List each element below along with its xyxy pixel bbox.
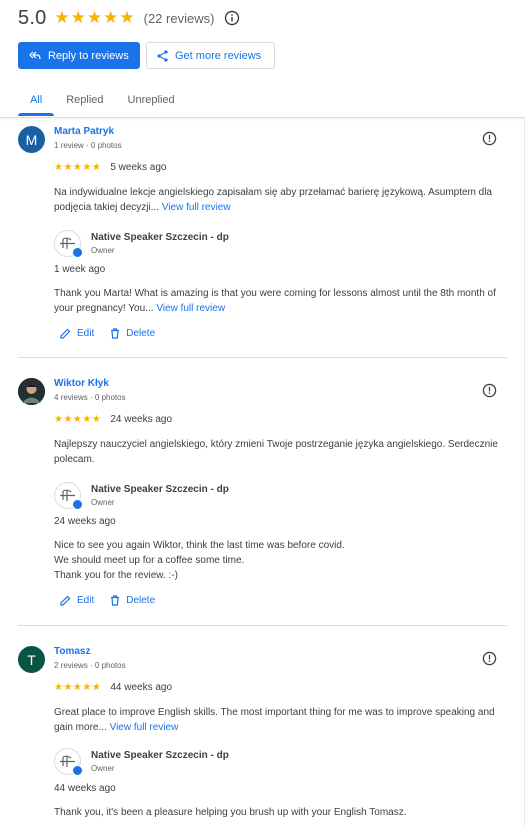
review-card: T Tomasz 2 reviews · 0 photos ★★★★★ 44 w… xyxy=(18,646,508,826)
owner-name: Native Speaker Szczecin - dp xyxy=(91,484,229,495)
view-full-review-link[interactable]: View full review xyxy=(110,722,179,733)
reply-time: 24 weeks ago xyxy=(54,516,116,527)
edit-reply-button[interactable]: Edit xyxy=(60,328,94,339)
review-text: Na indywidualne lekcje angielskiego zapi… xyxy=(54,185,504,215)
reply-text: Nice to see you again Wiktor, think the … xyxy=(54,538,504,583)
review-rating: ★★★★★ 44 weeks ago xyxy=(54,682,172,693)
reply-all-icon xyxy=(29,51,41,59)
owner-role: Owner xyxy=(91,498,115,507)
review-tabs: All Replied Unreplied xyxy=(18,86,199,116)
review-time: 5 weeks ago xyxy=(110,162,167,173)
review-stars: ★★★★★ xyxy=(54,162,102,173)
review-text: Najlepszy nauczyciel angielskiego, który… xyxy=(54,439,498,465)
reply-body: Thank you Marta! What is amazing is that… xyxy=(54,288,496,314)
review-divider xyxy=(18,625,507,626)
reviewer-meta: 2 reviews · 0 photos xyxy=(54,661,126,670)
reply-line: Thank you for the review. :-) xyxy=(54,570,178,581)
reply-to-reviews-button[interactable]: Reply to reviews xyxy=(18,42,140,69)
reviewer-name[interactable]: Wiktor Kłyk xyxy=(54,378,109,389)
reply-line: Nice to see you again Wiktor, think the … xyxy=(54,540,345,551)
delete-reply-button[interactable]: Delete xyxy=(110,595,155,606)
owner-reply-header: Native Speaker Szczecin - dp Owner xyxy=(54,230,229,258)
reply-actions: Edit Delete xyxy=(60,595,155,606)
reply-text: Thank you, it's been a pleasure helping … xyxy=(54,807,407,818)
reviewer-meta: 1 review · 0 photos xyxy=(54,141,122,150)
review-body: Na indywidualne lekcje angielskiego zapi… xyxy=(54,187,492,213)
delete-reply-button[interactable]: Delete xyxy=(110,328,155,339)
report-icon[interactable] xyxy=(482,131,497,151)
view-full-review-link[interactable]: View full review xyxy=(162,202,231,213)
review-count: (22 reviews) xyxy=(143,10,215,26)
owner-logo xyxy=(54,482,83,510)
owner-logo xyxy=(54,230,83,258)
reply-actions: Edit Delete xyxy=(60,328,155,339)
review-actions: Reply to reviews Get more reviews xyxy=(18,42,275,69)
review-text: Great place to improve English skills. T… xyxy=(54,705,504,735)
review-rating: ★★★★★ 24 weeks ago xyxy=(54,414,172,425)
trash-icon xyxy=(111,595,120,606)
get-more-reviews-label: Get more reviews xyxy=(175,49,262,62)
avatar xyxy=(18,378,45,405)
verified-icon xyxy=(72,247,83,258)
reviewer-name[interactable]: Marta Patryk xyxy=(54,126,114,137)
tabs-divider xyxy=(0,117,525,118)
tab-unreplied[interactable]: Unreplied xyxy=(128,86,175,114)
tab-replied[interactable]: Replied xyxy=(66,86,103,114)
reply-text: Thank you Marta! What is amazing is that… xyxy=(54,286,504,316)
trash-icon xyxy=(111,328,120,339)
owner-name: Native Speaker Szczecin - dp xyxy=(91,750,229,761)
reply-to-reviews-label: Reply to reviews xyxy=(48,49,129,62)
review-time: 44 weeks ago xyxy=(110,682,173,693)
review-card: M Marta Patryk 1 review · 0 photos ★★★★★… xyxy=(18,126,508,356)
report-icon[interactable] xyxy=(482,383,497,403)
owner-role: Owner xyxy=(91,246,115,255)
verified-icon xyxy=(72,499,83,510)
avatar: T xyxy=(18,646,45,673)
pencil-icon xyxy=(60,595,71,606)
owner-name: Native Speaker Szczecin - dp xyxy=(91,232,229,243)
view-full-reply-link[interactable]: View full review xyxy=(156,303,225,314)
rating-value: 5.0 xyxy=(18,6,47,29)
edit-reply-button[interactable]: Edit xyxy=(60,595,94,606)
reviewer-name[interactable]: Tomasz xyxy=(54,646,91,657)
reply-time: 1 week ago xyxy=(54,264,106,275)
review-card: Wiktor Kłyk 4 reviews · 0 photos ★★★★★ 2… xyxy=(18,378,508,614)
report-icon[interactable] xyxy=(482,651,497,671)
info-icon[interactable] xyxy=(224,10,240,26)
edit-label: Edit xyxy=(77,595,95,606)
edit-label: Edit xyxy=(77,328,95,339)
delete-label: Delete xyxy=(126,595,156,606)
review-time: 24 weeks ago xyxy=(110,414,173,425)
profile-photo-icon xyxy=(18,378,45,405)
review-stars: ★★★★★ xyxy=(54,414,102,425)
owner-reply-header: Native Speaker Szczecin - dp Owner xyxy=(54,748,229,776)
get-more-reviews-button[interactable]: Get more reviews xyxy=(146,42,275,69)
delete-label: Delete xyxy=(126,328,156,339)
rating-summary: 5.0 ★★★★★ (22 reviews) xyxy=(18,6,240,30)
review-divider xyxy=(18,357,507,358)
reply-line: We should meet up for a coffee some time… xyxy=(54,555,245,566)
review-stars: ★★★★★ xyxy=(54,682,102,693)
share-icon xyxy=(157,49,168,62)
reply-time: 44 weeks ago xyxy=(54,783,116,794)
owner-role: Owner xyxy=(91,764,115,773)
owner-reply-header: Native Speaker Szczecin - dp Owner xyxy=(54,482,229,510)
tab-all[interactable]: All xyxy=(18,86,55,116)
pencil-icon xyxy=(60,328,71,339)
avatar: M xyxy=(18,126,45,153)
rating-stars: ★★★★★ xyxy=(54,8,136,27)
verified-icon xyxy=(72,765,83,776)
owner-logo xyxy=(54,748,83,776)
review-rating: ★★★★★ 5 weeks ago xyxy=(54,162,166,173)
reviewer-meta: 4 reviews · 0 photos xyxy=(54,393,126,402)
